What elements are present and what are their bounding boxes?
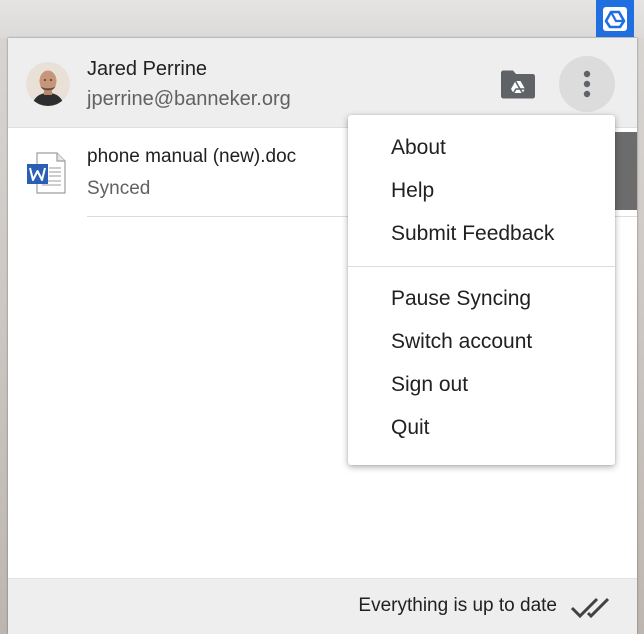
sync-status-text: Everything is up to date (358, 595, 557, 616)
more-options-button[interactable] (559, 56, 615, 112)
overflow-menu: About Help Submit Feedback Pause Syncing… (348, 115, 615, 465)
menu-divider (348, 266, 615, 267)
open-drive-folder-button[interactable] (494, 64, 542, 104)
user-photo-icon (26, 62, 70, 106)
word-document-icon (26, 151, 68, 195)
tray-drive-button[interactable] (596, 0, 634, 37)
menu-item-submit-feedback[interactable]: Submit Feedback (348, 214, 615, 254)
double-check-icon (570, 597, 610, 619)
system-menubar (0, 0, 644, 38)
file-status: Synced (87, 178, 151, 199)
more-vert-icon (583, 70, 591, 98)
menu-item-pause-syncing[interactable]: Pause Syncing (348, 279, 615, 319)
file-name: phone manual (new).doc (87, 146, 297, 167)
menu-item-about[interactable]: About (348, 128, 615, 168)
user-email: jperrine@banneker.org (87, 88, 291, 110)
status-footer: Everything is up to date (8, 578, 637, 634)
menu-item-sign-out[interactable]: Sign out (348, 365, 615, 405)
menu-item-switch-account[interactable]: Switch account (348, 322, 615, 362)
drive-folder-icon (501, 70, 535, 99)
user-name: Jared Perrine (87, 58, 208, 80)
google-drive-icon (603, 6, 627, 31)
menu-item-help[interactable]: Help (348, 171, 615, 211)
avatar (26, 62, 70, 106)
menu-item-quit[interactable]: Quit (348, 408, 615, 448)
